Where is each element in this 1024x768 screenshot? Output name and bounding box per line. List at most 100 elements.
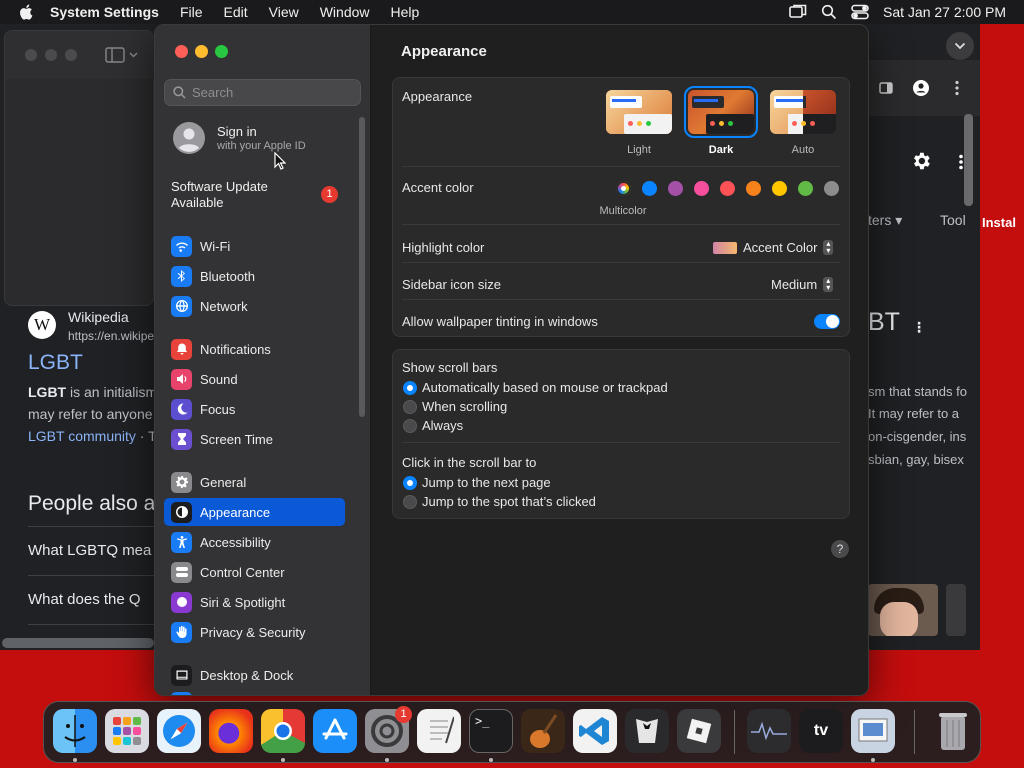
dock-roblox-icon[interactable] bbox=[677, 709, 721, 753]
dock-garageband-icon[interactable] bbox=[521, 709, 565, 753]
wallpaper-tinting-label: Allow wallpaper tinting in windows bbox=[402, 314, 598, 329]
horizontal-scrollbar[interactable] bbox=[2, 638, 154, 648]
result-title-link[interactable]: LGBT bbox=[28, 351, 154, 375]
close-window-button[interactable] bbox=[175, 45, 188, 58]
minimize-window-button[interactable] bbox=[195, 45, 208, 58]
sidebar-item-focus[interactable]: Focus bbox=[164, 395, 345, 423]
knowledge-panel-menu-icon[interactable]: ⋮ bbox=[912, 319, 926, 336]
divider bbox=[28, 624, 154, 625]
wallpaper-tinting-toggle[interactable] bbox=[814, 314, 840, 329]
apple-menu-icon[interactable] bbox=[18, 3, 36, 21]
zoom-window-button[interactable] bbox=[215, 45, 228, 58]
knowledge-panel-photo[interactable] bbox=[868, 584, 938, 636]
filters-tab[interactable]: ters ▾ bbox=[868, 212, 902, 229]
dock-preview-icon[interactable] bbox=[851, 709, 895, 753]
search-icon bbox=[173, 86, 186, 99]
apple-id-sign-in[interactable]: Sign in with your Apple ID bbox=[164, 117, 349, 159]
menu-bar-clock[interactable]: Sat Jan 27 2:00 PM bbox=[883, 4, 1006, 20]
help-button[interactable]: ? bbox=[831, 540, 849, 558]
bluetooth-icon bbox=[171, 265, 192, 287]
sidebar-item-wi-fi[interactable]: Wi-Fi bbox=[164, 232, 345, 260]
dock-textedit-icon[interactable] bbox=[417, 709, 461, 753]
browser-menu-icon[interactable] bbox=[954, 80, 960, 96]
question-item[interactable]: What LGBTQ mea bbox=[28, 542, 154, 559]
dock-app-store-icon[interactable] bbox=[313, 709, 357, 753]
sidebar-item-notifications[interactable]: Notifications bbox=[164, 335, 345, 363]
sidebar-item-control-center[interactable]: Control Center bbox=[164, 558, 345, 586]
sidebar-item-screen-time[interactable]: Screen Time bbox=[164, 425, 345, 453]
radio-automatic-label: Automatically based on mouse or trackpad bbox=[422, 380, 668, 395]
radio-automatic[interactable] bbox=[403, 381, 417, 395]
accent-swatch[interactable] bbox=[720, 181, 735, 196]
accent-swatch[interactable] bbox=[642, 181, 657, 196]
accent-swatch[interactable] bbox=[668, 181, 683, 196]
sidebar-item-sound[interactable]: Sound bbox=[164, 365, 345, 393]
dock-terminal-icon[interactable]: >_ bbox=[469, 709, 513, 753]
dock-safari-icon[interactable] bbox=[157, 709, 201, 753]
control-center-icon[interactable] bbox=[851, 4, 869, 20]
menu-file[interactable]: File bbox=[180, 4, 203, 20]
dock-firefox-icon[interactable] bbox=[209, 709, 253, 753]
knowledge-panel-photo[interactable] bbox=[946, 584, 966, 636]
dock-trash-icon[interactable] bbox=[931, 709, 975, 753]
radio-spot-clicked[interactable] bbox=[403, 495, 417, 509]
settings-gear-icon[interactable] bbox=[910, 150, 932, 172]
window-zoom-button-inactive[interactable] bbox=[65, 49, 77, 61]
dock-launchpad-icon[interactable] bbox=[105, 709, 149, 753]
radio-always[interactable] bbox=[403, 419, 417, 433]
sidebar-item-desktop-dock[interactable]: Desktop & Dock bbox=[164, 661, 345, 689]
dock-bartender-icon[interactable] bbox=[625, 709, 669, 753]
window-close-button-inactive[interactable] bbox=[25, 49, 37, 61]
highlight-color-popup[interactable]: Accent Color ▴ ▾ bbox=[713, 240, 834, 255]
sidebar-item-bluetooth[interactable]: Bluetooth bbox=[164, 262, 345, 290]
install-button-label[interactable]: Instal bbox=[982, 215, 1016, 230]
sidebar-item-appearance[interactable]: Appearance bbox=[164, 498, 345, 526]
accent-swatch-multicolor[interactable] bbox=[616, 181, 631, 196]
sidebar-item-privacy-security[interactable]: Privacy & Security bbox=[164, 618, 345, 646]
dock-activity-monitor-icon[interactable] bbox=[747, 709, 791, 753]
menu-window[interactable]: Window bbox=[320, 4, 370, 20]
menu-edit[interactable]: Edit bbox=[224, 4, 248, 20]
sidebar-item-label: Desktop & Dock bbox=[200, 667, 294, 683]
side-panel-icon[interactable] bbox=[879, 82, 893, 94]
tab-search-button[interactable] bbox=[946, 32, 974, 60]
menu-help[interactable]: Help bbox=[391, 4, 420, 20]
accent-swatch[interactable] bbox=[694, 181, 709, 196]
sidebar-item-label: Control Center bbox=[200, 564, 285, 580]
software-update-item[interactable]: Software Update Available 1 bbox=[164, 177, 349, 213]
dock-apple-tv-icon[interactable]: tv bbox=[799, 709, 843, 753]
accent-swatch[interactable] bbox=[746, 181, 761, 196]
dock-chrome-icon[interactable] bbox=[261, 709, 305, 753]
appearance-option-dark[interactable] bbox=[684, 86, 758, 138]
screen-mirroring-icon[interactable] bbox=[789, 4, 807, 20]
sidebar-toggle-icon[interactable] bbox=[105, 47, 139, 63]
dock-finder-icon[interactable] bbox=[53, 709, 97, 753]
sidebar-item-accessibility[interactable]: Accessibility bbox=[164, 528, 345, 556]
radio-next-page[interactable] bbox=[403, 476, 417, 490]
popup-stepper-icon: ▴ ▾ bbox=[823, 277, 834, 292]
dock-vs-code-icon[interactable] bbox=[573, 709, 617, 753]
accent-swatch[interactable] bbox=[798, 181, 813, 196]
sidebar-icon-size-popup[interactable]: Medium ▴ ▾ bbox=[771, 277, 834, 292]
lgbt-community-link[interactable]: LGBT community bbox=[28, 428, 136, 444]
app-menu-system-settings[interactable]: System Settings bbox=[50, 4, 159, 20]
sidebar-search-field[interactable]: Search bbox=[164, 79, 361, 106]
radio-spot-clicked-label: Jump to the spot that’s clicked bbox=[422, 494, 596, 509]
sidebar-item-siri-spotlight[interactable]: Siri & Spotlight bbox=[164, 588, 345, 616]
appearance-option-light[interactable] bbox=[606, 90, 672, 134]
window-minimize-button-inactive[interactable] bbox=[45, 49, 57, 61]
sidebar-item-general[interactable]: General bbox=[164, 468, 345, 496]
question-item[interactable]: What does the Q bbox=[28, 591, 154, 608]
appearance-option-auto[interactable] bbox=[770, 90, 836, 134]
menu-view[interactable]: View bbox=[269, 4, 299, 20]
spotlight-search-icon[interactable] bbox=[821, 4, 837, 20]
accent-swatch[interactable] bbox=[824, 181, 839, 196]
sidebar-item-network[interactable]: Network bbox=[164, 292, 345, 320]
sidebar-scrollbar[interactable] bbox=[359, 117, 365, 417]
more-options-icon[interactable] bbox=[958, 154, 964, 170]
profile-icon[interactable] bbox=[913, 80, 929, 96]
radio-when-scrolling[interactable] bbox=[403, 400, 417, 414]
browser-vertical-scrollbar[interactable] bbox=[964, 114, 973, 206]
accent-swatch[interactable] bbox=[772, 181, 787, 196]
tools-tab[interactable]: Tool bbox=[940, 212, 968, 228]
